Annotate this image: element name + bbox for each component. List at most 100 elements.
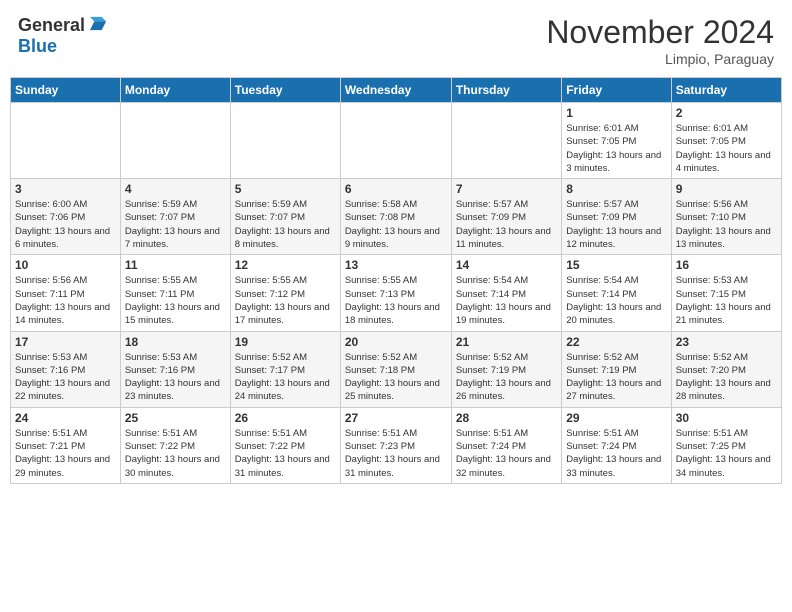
cell-info: Sunrise: 5:51 AMSunset: 7:22 PMDaylight:… <box>125 427 226 480</box>
calendar-cell <box>230 103 340 179</box>
calendar-cell: 2 Sunrise: 6:01 AMSunset: 7:05 PMDaylight… <box>671 103 781 179</box>
calendar-table: SundayMondayTuesdayWednesdayThursdayFrid… <box>10 77 782 484</box>
day-number: 30 <box>676 411 777 425</box>
calendar-cell: 12 Sunrise: 5:55 AMSunset: 7:12 PMDayligh… <box>230 255 340 331</box>
calendar-cell <box>451 103 561 179</box>
calendar-week-row: 1 Sunrise: 6:01 AMSunset: 7:05 PMDaylight… <box>11 103 782 179</box>
day-number: 24 <box>15 411 116 425</box>
day-number: 19 <box>235 335 336 349</box>
cell-info: Sunrise: 6:01 AMSunset: 7:05 PMDaylight:… <box>676 122 777 175</box>
day-number: 13 <box>345 258 447 272</box>
title-block: November 2024 Limpio, Paraguay <box>546 14 774 67</box>
calendar-week-row: 24Sunrise: 5:51 AMSunset: 7:21 PMDayligh… <box>11 407 782 483</box>
day-number: 28 <box>456 411 557 425</box>
logo-blue-text: Blue <box>18 36 57 57</box>
cell-info: Sunrise: 5:55 AMSunset: 7:12 PMDaylight:… <box>235 274 336 327</box>
calendar-day-header: Saturday <box>671 78 781 103</box>
calendar-cell: 17Sunrise: 5:53 AMSunset: 7:16 PMDayligh… <box>11 331 121 407</box>
cell-info: Sunrise: 6:00 AMSunset: 7:06 PMDaylight:… <box>15 198 116 251</box>
day-number: 12 <box>235 258 336 272</box>
cell-info: Sunrise: 5:57 AMSunset: 7:09 PMDaylight:… <box>456 198 557 251</box>
calendar-cell: 21 Sunrise: 5:52 AMSunset: 7:19 PMDayligh… <box>451 331 561 407</box>
calendar-cell: 14Sunrise: 5:54 AMSunset: 7:14 PMDayligh… <box>451 255 561 331</box>
cell-info: Sunrise: 5:54 AMSunset: 7:14 PMDaylight:… <box>456 274 557 327</box>
cell-info: Sunrise: 5:58 AMSunset: 7:08 PMDaylight:… <box>345 198 447 251</box>
day-number: 5 <box>235 182 336 196</box>
calendar-cell: 30Sunrise: 5:51 AMSunset: 7:25 PMDayligh… <box>671 407 781 483</box>
page-header: General Blue November 2024 Limpio, Parag… <box>10 10 782 71</box>
calendar-cell <box>11 103 121 179</box>
calendar-cell: 20Sunrise: 5:52 AMSunset: 7:18 PMDayligh… <box>340 331 451 407</box>
location-text: Limpio, Paraguay <box>546 51 774 67</box>
calendar-header-row: SundayMondayTuesdayWednesdayThursdayFrid… <box>11 78 782 103</box>
day-number: 29 <box>566 411 666 425</box>
calendar-cell: 8 Sunrise: 5:57 AMSunset: 7:09 PMDaylight… <box>562 179 671 255</box>
calendar-week-row: 17Sunrise: 5:53 AMSunset: 7:16 PMDayligh… <box>11 331 782 407</box>
day-number: 26 <box>235 411 336 425</box>
cell-info: Sunrise: 5:53 AMSunset: 7:16 PMDaylight:… <box>125 351 226 404</box>
cell-info: Sunrise: 5:51 AMSunset: 7:23 PMDaylight:… <box>345 427 447 480</box>
logo-icon <box>87 14 109 36</box>
cell-info: Sunrise: 5:56 AMSunset: 7:11 PMDaylight:… <box>15 274 116 327</box>
calendar-cell: 22 Sunrise: 5:52 AMSunset: 7:19 PMDayligh… <box>562 331 671 407</box>
day-number: 6 <box>345 182 447 196</box>
cell-info: Sunrise: 5:52 AMSunset: 7:19 PMDaylight:… <box>566 351 666 404</box>
calendar-cell: 7 Sunrise: 5:57 AMSunset: 7:09 PMDaylight… <box>451 179 561 255</box>
cell-info: Sunrise: 5:59 AMSunset: 7:07 PMDaylight:… <box>235 198 336 251</box>
cell-info: Sunrise: 5:52 AMSunset: 7:18 PMDaylight:… <box>345 351 447 404</box>
calendar-week-row: 3 Sunrise: 6:00 AMSunset: 7:06 PMDaylight… <box>11 179 782 255</box>
day-number: 10 <box>15 258 116 272</box>
calendar-week-row: 10 Sunrise: 5:56 AMSunset: 7:11 PMDayligh… <box>11 255 782 331</box>
calendar-cell: 18Sunrise: 5:53 AMSunset: 7:16 PMDayligh… <box>120 331 230 407</box>
calendar-cell: 24Sunrise: 5:51 AMSunset: 7:21 PMDayligh… <box>11 407 121 483</box>
cell-info: Sunrise: 5:51 AMSunset: 7:24 PMDaylight:… <box>566 427 666 480</box>
calendar-day-header: Friday <box>562 78 671 103</box>
calendar-cell: 23Sunrise: 5:52 AMSunset: 7:20 PMDayligh… <box>671 331 781 407</box>
day-number: 2 <box>676 106 777 120</box>
day-number: 9 <box>676 182 777 196</box>
day-number: 16 <box>676 258 777 272</box>
day-number: 25 <box>125 411 226 425</box>
calendar-day-header: Thursday <box>451 78 561 103</box>
cell-info: Sunrise: 5:53 AMSunset: 7:15 PMDaylight:… <box>676 274 777 327</box>
cell-info: Sunrise: 5:51 AMSunset: 7:24 PMDaylight:… <box>456 427 557 480</box>
cell-info: Sunrise: 5:52 AMSunset: 7:17 PMDaylight:… <box>235 351 336 404</box>
calendar-cell: 26 Sunrise: 5:51 AMSunset: 7:22 PMDayligh… <box>230 407 340 483</box>
logo-general-text: General <box>18 15 85 36</box>
day-number: 21 <box>456 335 557 349</box>
cell-info: Sunrise: 5:52 AMSunset: 7:19 PMDaylight:… <box>456 351 557 404</box>
cell-info: Sunrise: 5:57 AMSunset: 7:09 PMDaylight:… <box>566 198 666 251</box>
calendar-cell: 19 Sunrise: 5:52 AMSunset: 7:17 PMDayligh… <box>230 331 340 407</box>
calendar-cell: 27 Sunrise: 5:51 AMSunset: 7:23 PMDayligh… <box>340 407 451 483</box>
calendar-cell: 25 Sunrise: 5:51 AMSunset: 7:22 PMDayligh… <box>120 407 230 483</box>
cell-info: Sunrise: 6:01 AMSunset: 7:05 PMDaylight:… <box>566 122 666 175</box>
day-number: 7 <box>456 182 557 196</box>
day-number: 4 <box>125 182 226 196</box>
month-title: November 2024 <box>546 14 774 51</box>
cell-info: Sunrise: 5:53 AMSunset: 7:16 PMDaylight:… <box>15 351 116 404</box>
cell-info: Sunrise: 5:51 AMSunset: 7:22 PMDaylight:… <box>235 427 336 480</box>
day-number: 1 <box>566 106 666 120</box>
calendar-cell: 28 Sunrise: 5:51 AMSunset: 7:24 PMDayligh… <box>451 407 561 483</box>
day-number: 27 <box>345 411 447 425</box>
calendar-cell: 29 Sunrise: 5:51 AMSunset: 7:24 PMDayligh… <box>562 407 671 483</box>
calendar-day-header: Tuesday <box>230 78 340 103</box>
day-number: 8 <box>566 182 666 196</box>
calendar-cell: 6 Sunrise: 5:58 AMSunset: 7:08 PMDaylight… <box>340 179 451 255</box>
calendar-cell: 15Sunrise: 5:54 AMSunset: 7:14 PMDayligh… <box>562 255 671 331</box>
day-number: 3 <box>15 182 116 196</box>
calendar-day-header: Wednesday <box>340 78 451 103</box>
day-number: 22 <box>566 335 666 349</box>
calendar-cell <box>120 103 230 179</box>
calendar-cell: 10 Sunrise: 5:56 AMSunset: 7:11 PMDayligh… <box>11 255 121 331</box>
calendar-cell: 11Sunrise: 5:55 AMSunset: 7:11 PMDayligh… <box>120 255 230 331</box>
calendar-day-header: Sunday <box>11 78 121 103</box>
cell-info: Sunrise: 5:59 AMSunset: 7:07 PMDaylight:… <box>125 198 226 251</box>
calendar-cell: 16 Sunrise: 5:53 AMSunset: 7:15 PMDayligh… <box>671 255 781 331</box>
calendar-cell: 3 Sunrise: 6:00 AMSunset: 7:06 PMDaylight… <box>11 179 121 255</box>
calendar-cell: 13Sunrise: 5:55 AMSunset: 7:13 PMDayligh… <box>340 255 451 331</box>
cell-info: Sunrise: 5:55 AMSunset: 7:11 PMDaylight:… <box>125 274 226 327</box>
day-number: 15 <box>566 258 666 272</box>
calendar-cell: 4 Sunrise: 5:59 AMSunset: 7:07 PMDaylight… <box>120 179 230 255</box>
day-number: 23 <box>676 335 777 349</box>
